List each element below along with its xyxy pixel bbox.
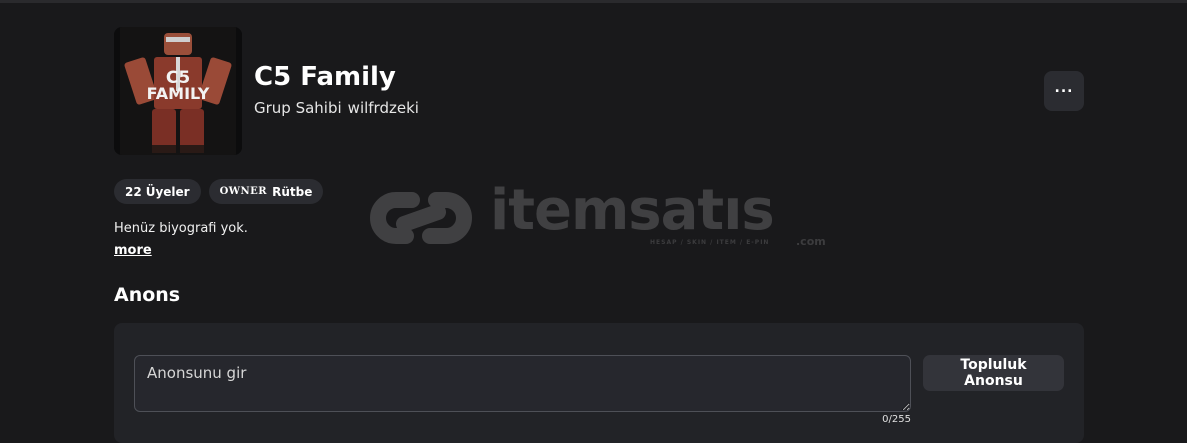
watermark-suffix: .com — [796, 235, 826, 248]
avatar-logo-line2: FAMILY — [147, 84, 210, 103]
watermark-brand: itemsatıs — [490, 178, 775, 243]
members-count: 22 — [125, 184, 142, 199]
avatar-image: C5 FAMILY — [114, 27, 242, 155]
ellipsis-icon: ... — [1054, 80, 1074, 96]
members-label: Üyeler — [145, 184, 190, 199]
owner-label: Grup Sahibi — [254, 99, 342, 117]
owner-name-link[interactable]: wilfrdzeki — [348, 99, 419, 117]
announcement-section-title: Anons — [114, 284, 181, 306]
rank-label: Rütbe — [272, 184, 313, 199]
announcement-input[interactable] — [134, 355, 911, 412]
group-stats: 22 Üyeler OWNER Rütbe — [114, 179, 324, 204]
rank-pill[interactable]: OWNER Rütbe — [208, 179, 324, 204]
more-options-button[interactable]: ... — [1044, 71, 1084, 111]
link-logo-icon — [370, 192, 472, 244]
community-announcement-button[interactable]: Topluluk Anonsu — [923, 355, 1064, 391]
character-counter: 0/255 — [882, 414, 911, 425]
group-title: C5 Family — [254, 62, 396, 92]
rank-tag: OWNER — [219, 186, 268, 197]
watermark: itemsatıs HESAP / SKIN / ITEM / E-PIN .c… — [366, 178, 826, 256]
group-bio: Henüz biyografi yok. — [114, 221, 248, 236]
group-avatar[interactable]: C5 FAMILY — [114, 27, 242, 155]
top-divider — [0, 0, 1187, 3]
watermark-tagline: HESAP / SKIN / ITEM / E-PIN — [650, 239, 770, 246]
members-pill[interactable]: 22 Üyeler — [114, 179, 201, 204]
group-owner: Grup Sahibi wilfrdzeki — [254, 99, 419, 117]
bio-more-link[interactable]: more — [114, 243, 152, 258]
